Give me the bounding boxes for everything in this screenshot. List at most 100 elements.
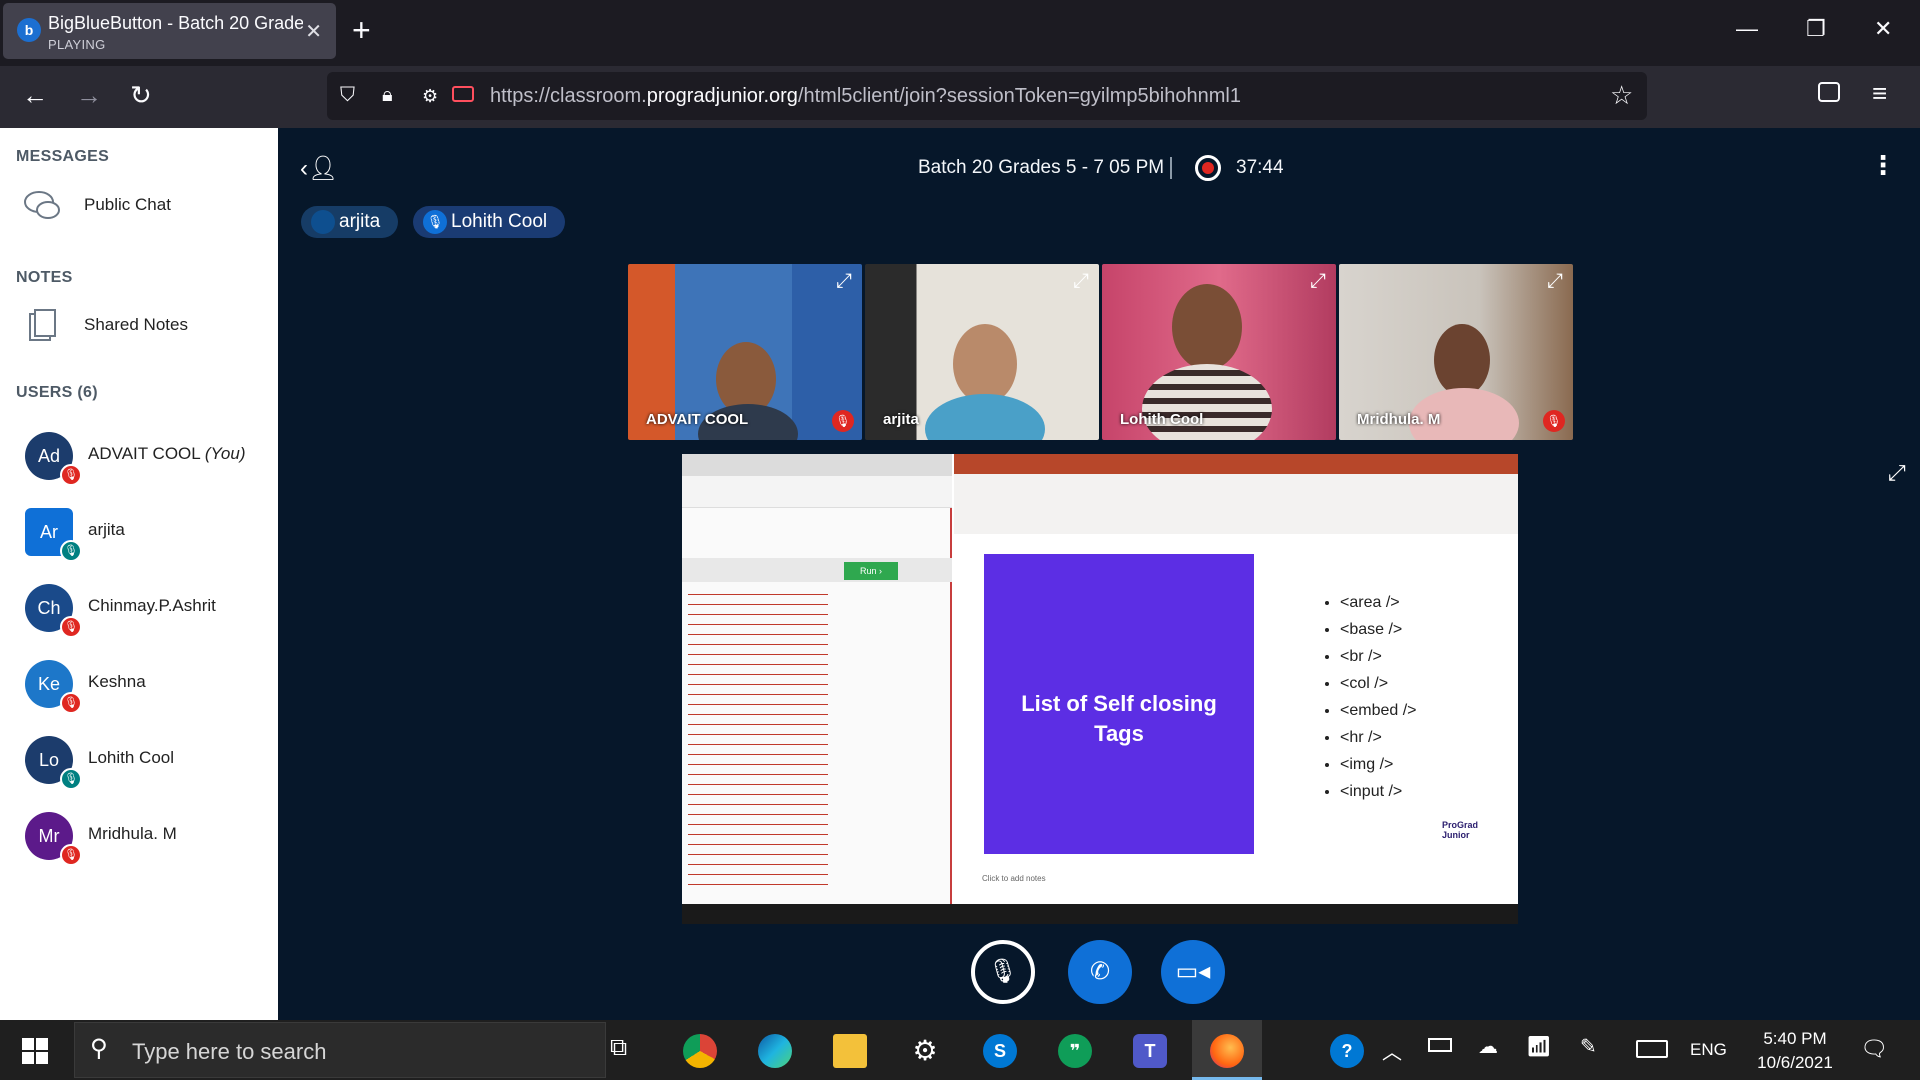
user-row[interactable]: Ar 🎙︎ arjita xyxy=(0,498,278,568)
notifications-icon[interactable]: 🗨︎ xyxy=(1860,1036,1888,1062)
reload-icon[interactable]: ↻ xyxy=(130,80,152,111)
public-chat-label: Public Chat xyxy=(84,195,171,214)
participant-body xyxy=(1142,364,1272,440)
recording-timer: 37:44 xyxy=(1236,157,1284,178)
tag-item: <input /> xyxy=(1340,783,1417,810)
bookmark-star-icon[interactable]: ☆ xyxy=(1610,80,1633,111)
self-closing-tags-list: <area /> <base /> <br /> <col /> <embed … xyxy=(1322,594,1417,810)
task-view-icon[interactable]: ⧉ xyxy=(610,1034,627,1062)
talking-indicator[interactable]: 🎙︎ Lohith Cool xyxy=(413,206,566,238)
edge-icon[interactable] xyxy=(758,1034,792,1068)
fullscreen-icon[interactable]: ⤢ xyxy=(836,270,852,293)
keyboard-icon[interactable] xyxy=(1636,1040,1668,1058)
public-chat-item[interactable]: Public Chat xyxy=(0,178,278,234)
user-row[interactable]: Lo 🎙︎ Lohith Cool xyxy=(0,726,278,796)
minimize-icon[interactable]: — xyxy=(1736,16,1758,42)
shield-icon[interactable]: ⛉ xyxy=(340,84,355,107)
clock-time: 5:40 PM xyxy=(1763,1029,1827,1048)
share-webcam-button[interactable]: ▭◂ xyxy=(1161,940,1225,1004)
clock[interactable]: 5:40 PM 10/6/2021 xyxy=(1740,1027,1850,1075)
back-icon[interactable]: ← xyxy=(22,80,48,111)
you-indicator: (You) xyxy=(204,444,246,463)
url-text[interactable]: https://classroom.progradjunior.org/html… xyxy=(490,85,1241,108)
unmute-button[interactable]: 🎙︎ xyxy=(971,940,1035,1004)
shared-browser-tabs xyxy=(682,454,952,476)
cloud-icon[interactable]: ☁ xyxy=(1478,1034,1498,1059)
recording-icon[interactable] xyxy=(1195,155,1221,181)
video-label: arjita xyxy=(883,411,919,428)
camera-sharing-icon[interactable] xyxy=(452,86,474,102)
close-window-icon[interactable]: ✕ xyxy=(1874,16,1892,42)
video-tile[interactable]: ⤢ arjita xyxy=(865,264,1099,440)
muted-mic-icon: 🎙︎ xyxy=(832,410,854,432)
restore-icon[interactable]: ❐ xyxy=(1806,16,1826,42)
slide-title-panel: List of Self closing Tags xyxy=(984,554,1254,854)
toggle-userlist-icon[interactable]: ‹👤︎ xyxy=(300,154,338,183)
chrome-icon[interactable] xyxy=(683,1034,717,1068)
slide-notes: Click to add notes xyxy=(982,874,1046,883)
battery-icon[interactable] xyxy=(1428,1038,1452,1052)
muted-mic-icon: 🎙︎ xyxy=(60,616,82,638)
participant-video xyxy=(953,324,1017,404)
user-row[interactable]: Ad 🎙︎ ADVAIT COOL (You) xyxy=(0,422,278,492)
chat-icon xyxy=(24,191,60,219)
fullscreen-icon[interactable]: ⤢ xyxy=(1547,270,1563,293)
pocket-icon[interactable] xyxy=(1818,82,1840,102)
video-tile[interactable]: ⤢ Mridhula. M 🎙︎ xyxy=(1339,264,1573,440)
leave-audio-button[interactable]: ✆ xyxy=(1068,940,1132,1004)
video-tile[interactable]: ⤢ Lohith Cool xyxy=(1102,264,1336,440)
lock-icon[interactable]: 🔒︎ xyxy=(382,84,393,107)
tag-item: <img /> xyxy=(1340,756,1417,783)
video-tile[interactable]: ⤢ ADVAIT COOL 🎙︎ xyxy=(628,264,862,440)
pen-icon[interactable]: ✎ xyxy=(1580,1034,1597,1059)
participant-video xyxy=(1172,284,1242,370)
muted-mic-icon: 🎙︎ xyxy=(60,844,82,866)
url-path: /html5client/join?sessionToken=gyilmp5bi… xyxy=(797,85,1241,107)
fullscreen-icon[interactable]: ⤢ xyxy=(1310,270,1326,293)
shared-code-editor: Run › xyxy=(682,454,952,904)
taskbar-search-placeholder[interactable]: Type here to search xyxy=(132,1039,326,1065)
fullscreen-icon[interactable]: ⤢ xyxy=(1073,270,1089,293)
settings-gear-icon[interactable]: ⚙ xyxy=(908,1034,942,1068)
show-hidden-icons-chevron-icon[interactable]: ︿ xyxy=(1382,1036,1402,1065)
user-name: Mridhula. M xyxy=(88,824,177,843)
help-icon[interactable]: ? xyxy=(1330,1034,1364,1068)
notes-header: NOTES xyxy=(16,269,73,286)
hangouts-icon[interactable]: ❞ xyxy=(1058,1034,1092,1068)
browser-tab[interactable]: b BigBlueButton - Batch 20 Grade PLAYING… xyxy=(3,3,336,59)
firefox-icon[interactable] xyxy=(1210,1034,1244,1068)
windows-start-icon[interactable] xyxy=(22,1038,48,1064)
skype-icon[interactable]: S xyxy=(983,1034,1017,1068)
new-tab-button[interactable]: + xyxy=(352,14,371,46)
run-button: Run › xyxy=(844,562,898,580)
user-name: arjita xyxy=(88,520,125,539)
code-lines xyxy=(688,588,828,888)
muted-mic-icon: 🎙︎ xyxy=(1543,410,1565,432)
tag-item: <embed /> xyxy=(1340,702,1417,729)
forward-icon[interactable]: → xyxy=(76,80,102,111)
talking-indicator[interactable]: arjita xyxy=(301,206,399,238)
shared-notes-item[interactable]: Shared Notes xyxy=(0,298,278,354)
file-explorer-icon[interactable] xyxy=(833,1034,867,1068)
search-icon: ⚲ xyxy=(90,1035,108,1062)
menu-icon[interactable]: ≡ xyxy=(1872,78,1887,109)
permissions-icon[interactable]: ⚙ xyxy=(422,86,438,107)
network-icon[interactable]: 📶︎ xyxy=(1526,1034,1551,1059)
tag-item: <col /> xyxy=(1340,675,1417,702)
shared-notes-label: Shared Notes xyxy=(84,315,188,334)
user-row[interactable]: Mr 🎙︎ Mridhula. M xyxy=(0,802,278,872)
teams-icon[interactable]: T xyxy=(1133,1034,1167,1068)
tag-item: <hr /> xyxy=(1340,729,1417,756)
language-indicator[interactable]: ENG xyxy=(1690,1040,1727,1060)
screenshare-video[interactable]: Run › List of Self closing Tags <area />… xyxy=(682,454,1518,924)
screenshare-fullscreen-icon[interactable]: ⤢ xyxy=(1888,460,1906,486)
tab-close-icon[interactable]: ✕ xyxy=(305,19,322,44)
participant-body xyxy=(925,394,1045,440)
shared-powerpoint-ribbon xyxy=(954,454,1518,534)
options-menu-icon[interactable]: ⋮ xyxy=(1870,152,1896,178)
user-list-sidebar: MESSAGES Public Chat NOTES Shared Notes … xyxy=(0,128,278,1020)
video-label: Mridhula. M xyxy=(1357,411,1441,428)
user-row[interactable]: Ch 🎙︎ Chinmay.P.Ashrit xyxy=(0,574,278,644)
slide-title: List of Self closing Tags xyxy=(1021,691,1217,746)
user-row[interactable]: Ke 🎙︎ Keshna xyxy=(0,650,278,720)
